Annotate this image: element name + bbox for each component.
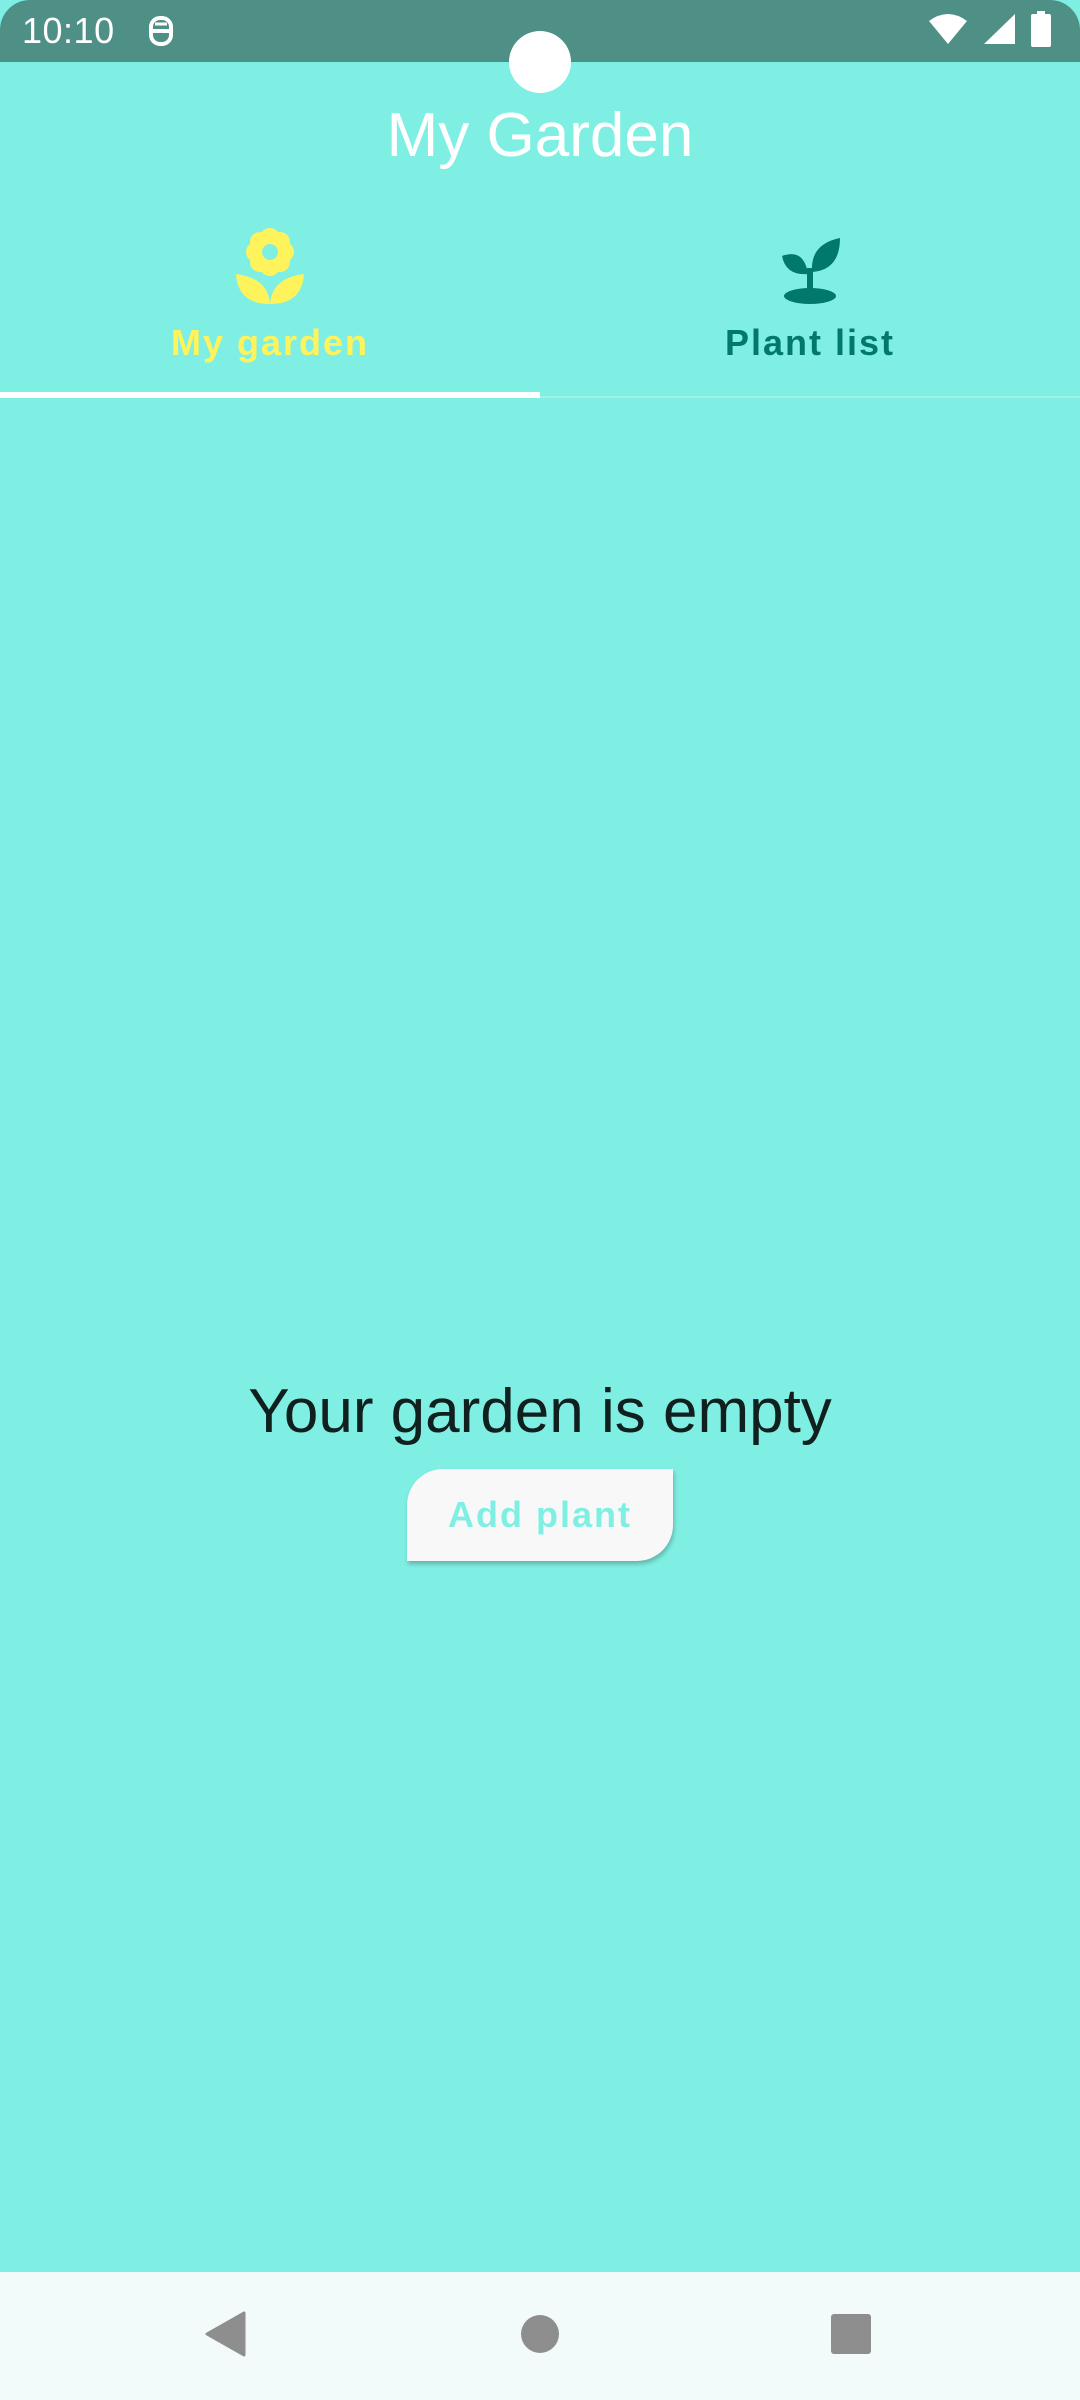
back-button[interactable] [165,2272,285,2400]
sprout-icon [774,228,846,306]
page-title: My Garden [386,101,694,170]
tab-bar: My garden Plant list [0,210,1080,398]
recents-button[interactable] [791,2272,911,2400]
wifi-icon [928,13,968,50]
tab-my-garden[interactable]: My garden [0,210,540,398]
tab-plant-list[interactable]: Plant list [540,210,1080,398]
home-icon [520,2314,560,2359]
empty-garden-message: Your garden is empty [248,1377,832,1446]
cellular-signal-icon [982,13,1016,50]
recents-icon [830,2313,872,2360]
status-time: 10:10 [22,10,115,51]
tab-divider [540,396,1080,398]
tab-plant-list-label: Plant list [724,322,896,363]
tab-my-garden-label: My garden [170,322,370,363]
selected-tab-indicator [0,392,540,398]
camera-cutout [509,31,571,93]
app-notification-icon [146,14,176,48]
screen: 10:10 My Garden My garden Plant list You… [0,0,1080,2400]
battery-icon [1030,10,1052,52]
back-icon [204,2311,246,2362]
navigation-bar [0,2272,1080,2400]
home-button[interactable] [480,2272,600,2400]
status-icons [928,10,1052,52]
flower-icon [234,228,306,306]
add-plant-button[interactable]: Add plant [407,1469,673,1561]
